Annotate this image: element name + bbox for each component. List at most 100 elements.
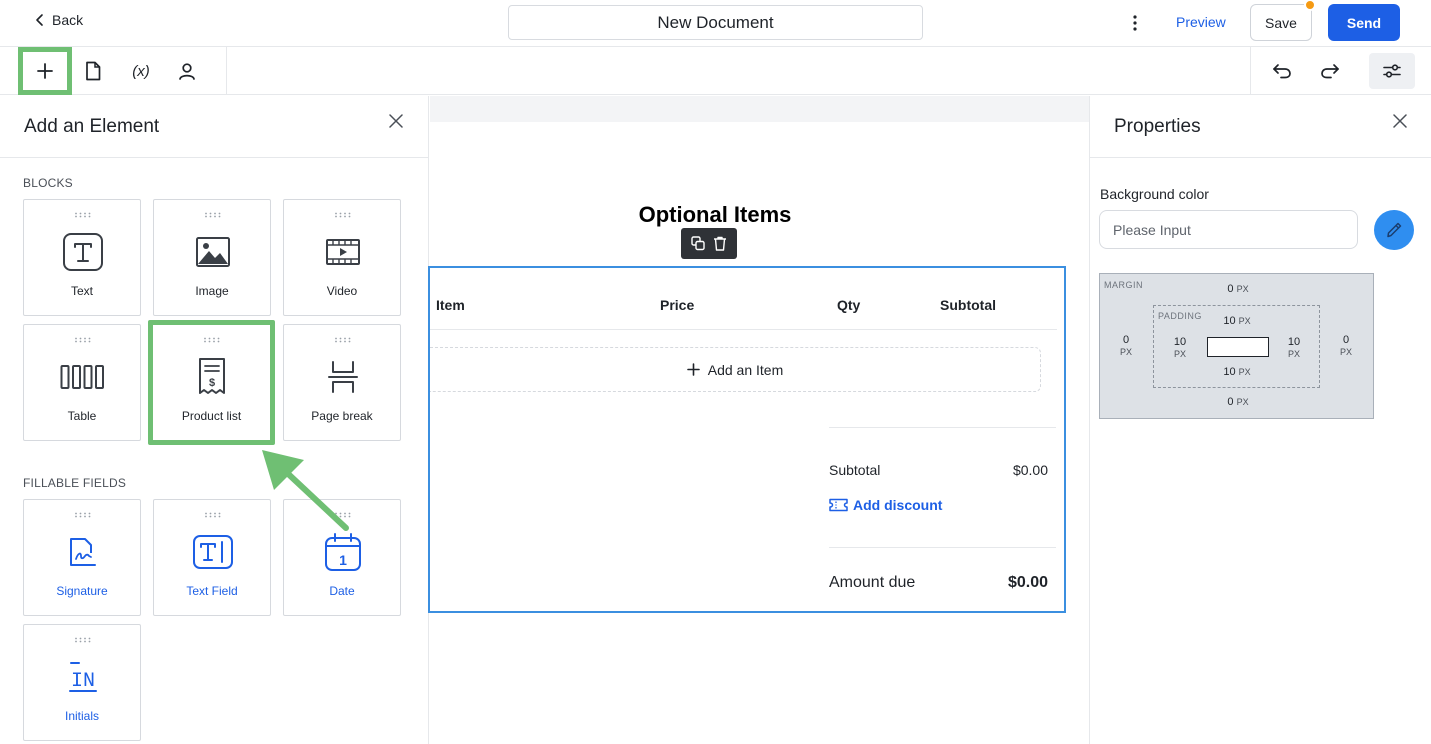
redo-icon xyxy=(1321,64,1339,79)
ticket-icon xyxy=(829,498,848,512)
product-list-block[interactable]: Item Price Qty Subtotal Add an Item Subt… xyxy=(428,266,1066,613)
product-list-block-tile[interactable]: $ Product list xyxy=(148,320,275,445)
image-block-tile[interactable]: Image xyxy=(153,199,271,316)
totals-divider xyxy=(829,547,1056,548)
totals-divider xyxy=(829,427,1056,428)
table-block-tile[interactable]: Table xyxy=(23,324,141,441)
preview-button[interactable]: Preview xyxy=(1176,14,1226,30)
editor-toolbar: (x) xyxy=(0,47,1431,95)
drag-handle-icon xyxy=(205,212,221,218)
toolbar-divider xyxy=(226,47,227,95)
column-header: Qty xyxy=(837,297,861,313)
blocks-section-label: BLOCKS xyxy=(23,176,73,190)
add-item-button[interactable]: Add an Item xyxy=(430,347,1041,392)
tile-label: Page break xyxy=(311,409,373,423)
settings-button[interactable] xyxy=(1369,53,1415,89)
chevron-left-icon xyxy=(36,14,43,26)
initials-icon: IN xyxy=(69,662,97,693)
variables-button[interactable]: (x) xyxy=(124,47,158,95)
more-options-icon[interactable] xyxy=(1127,12,1143,34)
signature-field-tile[interactable]: Signature xyxy=(23,499,141,616)
page-break-block-tile[interactable]: Page break xyxy=(283,324,401,441)
block-toolbar xyxy=(681,228,737,259)
tile-label: Table xyxy=(67,409,97,423)
tile-label: Image xyxy=(195,284,229,298)
undo-button[interactable] xyxy=(1268,47,1296,95)
drag-handle-icon xyxy=(335,337,351,343)
padding-top-value[interactable]: 10 PX xyxy=(1209,315,1265,327)
margin-top-value[interactable]: 0 PX xyxy=(1210,283,1266,295)
redo-button[interactable] xyxy=(1316,47,1344,95)
plus-icon xyxy=(37,63,53,79)
trash-icon[interactable] xyxy=(713,236,727,251)
back-label: Back xyxy=(52,12,84,28)
tile-label: Date xyxy=(329,584,355,598)
color-picker-button[interactable] xyxy=(1374,210,1414,250)
date-icon: 1 xyxy=(325,533,361,571)
save-button[interactable]: Save xyxy=(1250,4,1312,41)
panel-title: Properties xyxy=(1114,116,1201,137)
fillable-fields-section-label: FILLABLE FIELDS xyxy=(23,476,127,490)
sliders-icon xyxy=(1383,64,1401,78)
tile-label: Text Field xyxy=(186,584,238,598)
document-button[interactable] xyxy=(80,47,106,95)
drag-handle-icon xyxy=(75,637,91,643)
content-box xyxy=(1207,337,1269,357)
plus-icon xyxy=(686,363,700,376)
subtotal-label: Subtotal xyxy=(829,462,881,478)
panel-divider xyxy=(0,157,429,158)
video-block-tile[interactable]: Video xyxy=(283,199,401,316)
padding-box: PADDING 10 PX 10 PX 10 PX 10 PX xyxy=(1153,305,1320,388)
document-icon xyxy=(86,61,101,81)
panel-title: Add an Element xyxy=(24,116,160,137)
padding-right-value[interactable]: 10 PX xyxy=(1282,336,1306,360)
send-button[interactable]: Send xyxy=(1328,4,1400,41)
margin-left-value[interactable]: 0 PX xyxy=(1114,334,1138,358)
document-title-input[interactable]: New Document xyxy=(508,5,923,40)
subtotal-value: $0.00 xyxy=(1012,462,1048,478)
padding-label: PADDING xyxy=(1158,311,1202,321)
margin-right-value[interactable]: 0 PX xyxy=(1334,334,1358,358)
toolbar-divider xyxy=(1250,47,1251,95)
tile-label: Initials xyxy=(64,709,99,723)
user-icon xyxy=(179,63,195,80)
document-canvas: Optional Items Item Price Qty Subtotal A… xyxy=(428,96,1089,744)
padding-left-value[interactable]: 10 PX xyxy=(1168,336,1192,360)
tile-label: Signature xyxy=(56,584,108,598)
page-break-icon xyxy=(328,361,358,393)
section-heading[interactable]: Optional Items xyxy=(430,202,1000,228)
back-button[interactable]: Back xyxy=(34,12,83,28)
background-color-label: Background color xyxy=(1100,186,1209,202)
drag-handle-icon xyxy=(204,337,220,343)
duplicate-icon[interactable] xyxy=(691,236,705,251)
add-discount-label: Add discount xyxy=(853,497,943,513)
drag-handle-icon xyxy=(335,512,351,518)
tile-label: Text xyxy=(70,284,93,298)
eyedropper-icon xyxy=(1387,222,1402,238)
header-divider xyxy=(430,329,1057,330)
spacing-box-model: MARGIN 0 PX 0 PX 0 PX 0 PX PADDING 10 PX 1… xyxy=(1099,273,1374,419)
product-list-icon: $ xyxy=(199,358,225,394)
date-icon-text: 1 xyxy=(339,552,347,568)
drag-handle-icon xyxy=(75,512,91,518)
text-field-tile[interactable]: Text Field xyxy=(153,499,271,616)
recipients-button[interactable] xyxy=(172,47,202,95)
drag-handle-icon xyxy=(75,337,91,343)
margin-label: MARGIN xyxy=(1104,280,1143,290)
add-discount-button[interactable]: Add discount xyxy=(829,497,942,513)
initials-field-tile[interactable]: IN Initials xyxy=(23,624,141,741)
text-block-tile[interactable]: Text xyxy=(23,199,141,316)
text-field-icon xyxy=(193,535,233,569)
date-field-tile[interactable]: 1 Date xyxy=(283,499,401,616)
table-icon xyxy=(60,365,104,389)
background-color-input[interactable] xyxy=(1099,210,1358,249)
signature-icon xyxy=(70,538,96,566)
margin-bottom-value[interactable]: 0 PX xyxy=(1210,396,1266,408)
close-icon[interactable] xyxy=(388,113,404,129)
add-element-button[interactable] xyxy=(18,47,72,95)
column-header: Item xyxy=(436,297,465,313)
padding-bottom-value[interactable]: 10 PX xyxy=(1209,366,1265,378)
svg-text:$: $ xyxy=(209,377,215,389)
column-header: Subtotal xyxy=(940,297,996,313)
close-icon[interactable] xyxy=(1392,113,1408,129)
